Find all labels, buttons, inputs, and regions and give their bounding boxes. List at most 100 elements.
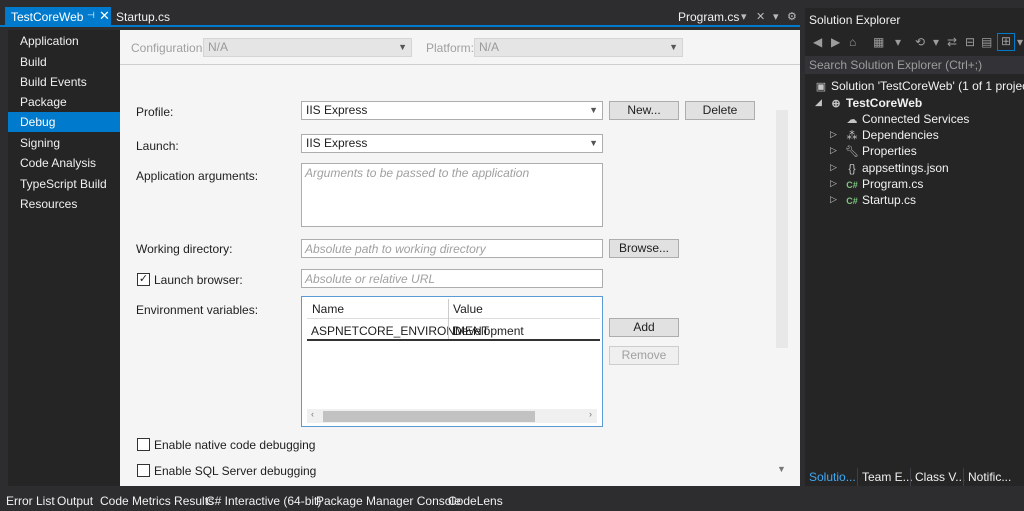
app-args-input[interactable]: Arguments to be passed to the applicatio… — [301, 163, 603, 227]
preview-selected-icon[interactable]: ⊞ — [997, 33, 1015, 51]
launch-value: IIS Express — [306, 136, 368, 150]
tree-item-label: Connected Services — [862, 112, 970, 126]
chevron-down-icon: ▼ — [589, 105, 598, 115]
chevron-down-icon[interactable]: ▾ — [741, 10, 747, 23]
switch-views-icon[interactable]: ▦ — [873, 35, 884, 49]
env-vars-grid: Name Value ASPNETCORE_ENVIRONMENT Develo… — [301, 296, 603, 427]
tree-item-label: Program.cs — [862, 177, 924, 191]
working-dir-input[interactable]: Absolute path to working directory — [301, 239, 603, 258]
nav-item-resources[interactable]: Resources — [8, 194, 120, 214]
solution-search-input[interactable]: Search Solution Explorer (Ctrl+;) — [805, 56, 1024, 74]
launch-browser-label: Launch browser: — [154, 273, 243, 287]
property-nav: Application Build Build Events Package D… — [8, 30, 120, 486]
tab-package-manager-console[interactable]: Package Manager Console — [316, 494, 461, 508]
tree-item-program[interactable]: C# Program.cs — [845, 176, 923, 192]
chevron-down-icon[interactable]: ▾ — [895, 35, 901, 49]
home-icon[interactable]: ⌂ — [849, 35, 856, 49]
nav-item-build[interactable]: Build — [8, 52, 120, 72]
solution-explorer-title: Solution Explorer — [809, 13, 901, 27]
wrench-icon: 🔧︎ — [845, 146, 859, 158]
scroll-right-icon[interactable]: › — [589, 409, 592, 419]
tree-item-startup[interactable]: C# Startup.cs — [845, 192, 916, 208]
app-args-label: Application arguments: — [136, 169, 259, 183]
back-icon[interactable]: ◀ — [813, 35, 822, 49]
native-debug-checkbox[interactable] — [137, 438, 150, 451]
horizontal-scrollbar[interactable]: ‹ › — [307, 409, 597, 423]
project-node[interactable]: ⊕ TestCoreWeb — [829, 95, 922, 111]
solution-explorer: Solution Explorer ◀ ▶ ⌂ ▦ ▾ ⟲ ▾ ⇄ ⊟ ▤ ⊞ … — [805, 8, 1024, 486]
nav-item-application[interactable]: Application — [8, 31, 120, 51]
nav-item-debug[interactable]: Debug — [8, 112, 120, 132]
tab-code-metrics[interactable]: Code Metrics Results — [100, 494, 214, 508]
properties-icon[interactable]: ▾ — [1017, 35, 1023, 49]
tab-output[interactable]: Output — [57, 494, 93, 508]
column-divider[interactable] — [448, 299, 449, 319]
cloud-icon: ☁ — [846, 114, 858, 126]
scroll-thumb[interactable] — [323, 411, 535, 422]
launch-browser-checkbox[interactable]: ✓ — [137, 273, 150, 286]
grid-header: Name Value — [307, 299, 600, 319]
launch-label: Launch: — [136, 139, 179, 153]
tab-testcoreweb[interactable]: TestCoreWeb ⊣ ✕ — [5, 7, 111, 27]
tree-item-label: Dependencies — [862, 128, 939, 142]
scroll-left-icon[interactable]: ‹ — [311, 409, 314, 419]
tree-item-connected-services[interactable]: ☁ Connected Services — [845, 111, 970, 127]
tree-item-properties[interactable]: 🔧︎ Properties — [845, 143, 917, 159]
launch-url-input[interactable]: Absolute or relative URL — [301, 269, 603, 288]
close-icon[interactable]: ✕ — [99, 8, 110, 24]
platform-value: N/A — [479, 40, 500, 54]
nav-item-package[interactable]: Package — [8, 92, 120, 112]
launch-dropdown[interactable]: IIS Express ▼ — [301, 134, 603, 153]
chevron-down-icon: ▼ — [669, 42, 678, 52]
sql-debug-checkbox[interactable] — [137, 464, 150, 477]
add-env-button[interactable]: Add — [609, 318, 679, 337]
expanded-arrow-icon[interactable]: ◢ — [815, 97, 822, 108]
nav-item-signing[interactable]: Signing — [8, 133, 120, 153]
collapse-all-icon[interactable]: ⊟ — [965, 35, 975, 49]
tab-team-explorer[interactable]: Team E... — [862, 470, 913, 484]
tab-error-list[interactable]: Error List — [6, 494, 55, 508]
chevron-down-icon: ▼ — [398, 42, 407, 52]
collapsed-arrow-icon[interactable]: ▷ — [830, 145, 837, 156]
scroll-down-icon[interactable]: ▼ — [777, 464, 786, 474]
chevron-down-icon[interactable]: ▾ — [933, 35, 939, 49]
tab-solution-explorer[interactable]: Solutio... — [809, 470, 856, 484]
dropdown-icon[interactable]: ▾ — [773, 10, 779, 23]
vertical-scrollbar[interactable] — [776, 110, 788, 348]
solution-node[interactable]: ▣ Solution 'TestCoreWeb' (1 of 1 project) — [814, 78, 1024, 94]
tab-class-view[interactable]: Class V... — [915, 470, 965, 484]
table-row[interactable]: ASPNETCORE_ENVIRONMENT Development — [307, 319, 600, 341]
tab-label: TestCoreWeb — [11, 10, 84, 24]
solution-explorer-tabs: Solutio... Team E... Class V... Notific.… — [805, 468, 1024, 486]
forward-icon[interactable]: ▶ — [831, 35, 840, 49]
tab-divider — [910, 468, 911, 486]
nav-item-build-events[interactable]: Build Events — [8, 72, 120, 92]
collapsed-arrow-icon[interactable]: ▷ — [830, 178, 837, 189]
web-project-icon: ⊕ — [831, 98, 841, 110]
profile-value: IIS Express — [306, 103, 368, 117]
nav-item-typescript-build[interactable]: TypeScript Build — [8, 174, 120, 194]
tree-item-dependencies[interactable]: ⁂ Dependencies — [845, 127, 939, 143]
gear-icon[interactable]: ⚙ — [787, 10, 797, 23]
pin-icon[interactable]: ⊣ — [87, 10, 95, 21]
tab-notifications[interactable]: Notific... — [968, 470, 1011, 484]
browse-button[interactable]: Browse... — [609, 239, 679, 258]
show-all-files-icon[interactable]: ▤ — [981, 35, 992, 49]
tab-codelens[interactable]: CodeLens — [448, 494, 503, 508]
collapsed-arrow-icon[interactable]: ▷ — [830, 162, 837, 173]
tab-program[interactable]: Program.cs — [678, 10, 739, 24]
collapsed-arrow-icon[interactable]: ▷ — [830, 129, 837, 140]
new-profile-button[interactable]: New... — [609, 101, 679, 120]
delete-profile-button[interactable]: Delete — [685, 101, 755, 120]
close-icon[interactable]: ✕ — [756, 10, 765, 23]
tab-csharp-interactive[interactable]: C# Interactive (64-bit) — [206, 494, 321, 508]
sync-icon[interactable]: ⇄ — [947, 35, 957, 49]
nav-item-code-analysis[interactable]: Code Analysis — [8, 153, 120, 173]
profile-dropdown[interactable]: IIS Express ▼ — [301, 101, 603, 120]
env-value-cell[interactable]: Development — [453, 324, 524, 338]
tab-startup[interactable]: Startup.cs — [116, 10, 170, 24]
tree-item-appsettings[interactable]: {} appsettings.json — [845, 160, 948, 176]
pending-changes-icon[interactable]: ⟲ — [915, 35, 925, 49]
collapsed-arrow-icon[interactable]: ▷ — [830, 194, 837, 205]
debug-property-page: Configuration: N/A ▼ Platform: N/A ▼ Pro… — [120, 30, 800, 486]
